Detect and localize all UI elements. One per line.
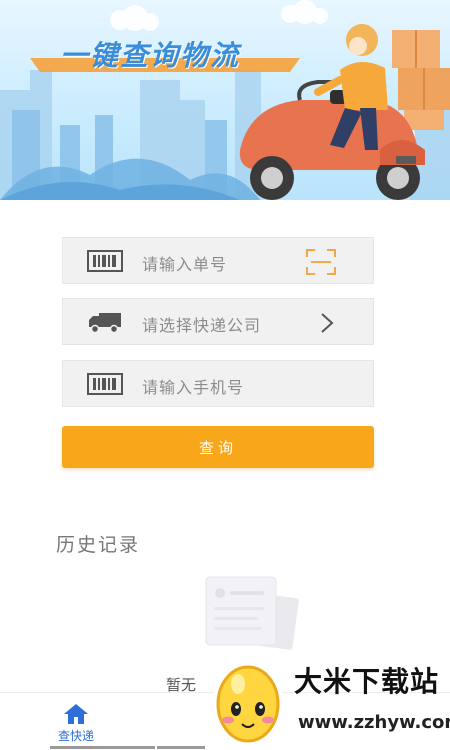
chevron-right-icon bbox=[321, 313, 334, 333]
empty-document-icon bbox=[205, 576, 299, 650]
phone-number-input[interactable]: 请输入手机号 bbox=[62, 360, 374, 407]
home-icon bbox=[64, 704, 88, 724]
watermark-url: www.zzhyw.com bbox=[298, 712, 450, 733]
nav-tab-query[interactable]: 查快递 bbox=[46, 703, 106, 747]
nav-indicator bbox=[50, 746, 155, 749]
watermark-name: 大米下载站 bbox=[294, 665, 440, 698]
history-title: 历史记录 bbox=[56, 534, 141, 556]
courier-company-placeholder: 请选择快递公司 bbox=[142, 316, 262, 335]
scan-frame-icon[interactable] bbox=[305, 248, 337, 276]
egg-mascot-logo bbox=[212, 662, 284, 746]
barcode-icon bbox=[87, 250, 123, 272]
barcode-icon bbox=[87, 373, 123, 395]
phone-number-placeholder: 请输入手机号 bbox=[142, 378, 245, 397]
nav-tab-query-label: 查快递 bbox=[57, 729, 94, 743]
banner-illustration bbox=[0, 0, 450, 200]
query-button[interactable]: 查询 bbox=[62, 426, 374, 468]
banner-title: 一键查询物流 bbox=[60, 39, 241, 72]
tracking-number-placeholder: 请输入单号 bbox=[142, 255, 228, 274]
truck-icon bbox=[89, 313, 121, 333]
tracking-number-input[interactable]: 请输入单号 bbox=[62, 237, 374, 284]
courier-company-select[interactable]: 请选择快递公司 bbox=[62, 298, 374, 345]
banner: 一键查询物流 bbox=[0, 0, 450, 200]
nav-indicator-secondary bbox=[157, 746, 205, 749]
watermark: 大米下载站 www.zzhyw.com bbox=[206, 652, 450, 750]
